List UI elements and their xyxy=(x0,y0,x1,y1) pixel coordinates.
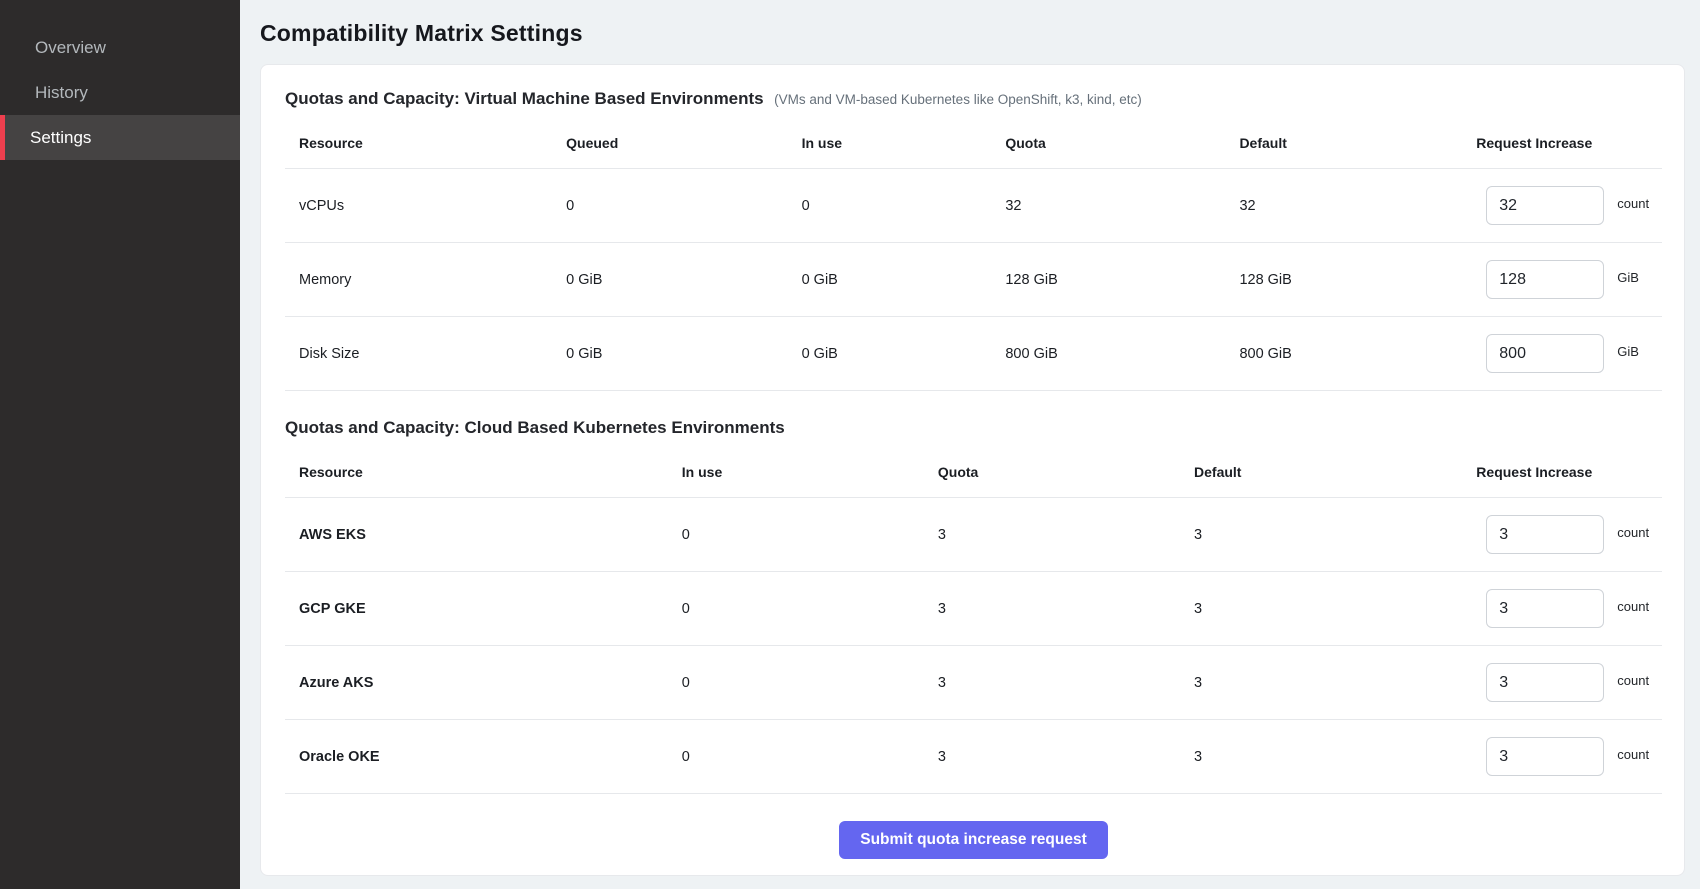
table-row-azure-aks: Azure AKS 0 3 3 count xyxy=(285,646,1662,720)
default-value: 128 GiB xyxy=(1225,243,1462,317)
request-increase-cell: GiB xyxy=(1476,334,1656,373)
in-use-value: 0 xyxy=(668,572,924,646)
oracle-oke-request-input[interactable] xyxy=(1486,737,1604,776)
settings-card: Quotas and Capacity: Virtual Machine Bas… xyxy=(260,64,1685,876)
cloud-section-heading: Quotas and Capacity: Cloud Based Kuberne… xyxy=(285,418,1662,438)
in-use-value: 0 xyxy=(788,169,992,243)
gcp-gke-request-input[interactable] xyxy=(1486,589,1604,628)
default-value: 3 xyxy=(1180,646,1462,720)
column-header-request-increase: Request Increase xyxy=(1462,446,1662,498)
column-header-default: Default xyxy=(1225,117,1462,169)
disk-size-request-input[interactable] xyxy=(1486,334,1604,373)
quota-value: 3 xyxy=(924,498,1180,572)
unit-label: count xyxy=(1617,747,1649,762)
vm-section-heading: Quotas and Capacity: Virtual Machine Bas… xyxy=(285,89,1662,109)
card-footer: Submit quota increase request xyxy=(285,821,1662,859)
column-header-queued: Queued xyxy=(552,117,787,169)
table-row-vcpus: vCPUs 0 0 32 32 count xyxy=(285,169,1662,243)
request-increase-cell: count xyxy=(1476,663,1656,702)
table-row-disk-size: Disk Size 0 GiB 0 GiB 800 GiB 800 GiB Gi… xyxy=(285,317,1662,391)
vm-section-subtitle: (VMs and VM-based Kubernetes like OpenSh… xyxy=(774,92,1142,107)
azure-aks-request-input[interactable] xyxy=(1486,663,1604,702)
main-content: Compatibility Matrix Settings Quotas and… xyxy=(240,0,1700,889)
resource-label: Memory xyxy=(285,243,552,317)
resource-label: Disk Size xyxy=(285,317,552,391)
column-header-in-use: In use xyxy=(788,117,992,169)
resource-label: vCPUs xyxy=(285,169,552,243)
vm-table-header-row: Resource Queued In use Quota Default Req… xyxy=(285,117,1662,169)
in-use-value: 0 xyxy=(668,498,924,572)
queued-value: 0 GiB xyxy=(552,243,787,317)
submit-quota-increase-button[interactable]: Submit quota increase request xyxy=(839,821,1108,859)
queued-value: 0 GiB xyxy=(552,317,787,391)
quota-value: 32 xyxy=(991,169,1225,243)
request-increase-cell: count xyxy=(1476,589,1656,628)
quota-value: 128 GiB xyxy=(991,243,1225,317)
queued-value: 0 xyxy=(552,169,787,243)
page-title: Compatibility Matrix Settings xyxy=(260,20,1685,47)
unit-label: count xyxy=(1617,673,1649,688)
vcpus-request-input[interactable] xyxy=(1486,186,1604,225)
in-use-value: 0 GiB xyxy=(788,317,992,391)
resource-label: Azure AKS xyxy=(285,646,668,720)
column-header-request-increase: Request Increase xyxy=(1462,117,1662,169)
column-header-resource: Resource xyxy=(285,446,668,498)
column-header-in-use: In use xyxy=(668,446,924,498)
sidebar-item-settings[interactable]: Settings xyxy=(0,115,240,160)
resource-label: AWS EKS xyxy=(285,498,668,572)
unit-label: GiB xyxy=(1617,344,1639,359)
default-value: 800 GiB xyxy=(1225,317,1462,391)
default-value: 3 xyxy=(1180,572,1462,646)
unit-label: count xyxy=(1617,525,1649,540)
table-row-memory: Memory 0 GiB 0 GiB 128 GiB 128 GiB GiB xyxy=(285,243,1662,317)
unit-label: count xyxy=(1617,599,1649,614)
default-value: 32 xyxy=(1225,169,1462,243)
quota-value: 3 xyxy=(924,572,1180,646)
unit-label: GiB xyxy=(1617,270,1639,285)
quota-value: 800 GiB xyxy=(991,317,1225,391)
request-increase-cell: count xyxy=(1476,186,1656,225)
default-value: 3 xyxy=(1180,498,1462,572)
in-use-value: 0 xyxy=(668,720,924,794)
vm-quota-table: Resource Queued In use Quota Default Req… xyxy=(285,117,1662,391)
column-header-default: Default xyxy=(1180,446,1462,498)
memory-request-input[interactable] xyxy=(1486,260,1604,299)
sidebar-item-history[interactable]: History xyxy=(0,70,240,115)
default-value: 3 xyxy=(1180,720,1462,794)
resource-label: Oracle OKE xyxy=(285,720,668,794)
sidebar: Overview History Settings xyxy=(0,0,240,889)
request-increase-cell: GiB xyxy=(1476,260,1656,299)
in-use-value: 0 xyxy=(668,646,924,720)
table-row-aws-eks: AWS EKS 0 3 3 count xyxy=(285,498,1662,572)
table-row-oracle-oke: Oracle OKE 0 3 3 count xyxy=(285,720,1662,794)
unit-label: count xyxy=(1617,196,1649,211)
in-use-value: 0 GiB xyxy=(788,243,992,317)
resource-label: GCP GKE xyxy=(285,572,668,646)
column-header-quota: Quota xyxy=(991,117,1225,169)
cloud-quota-table: Resource In use Quota Default Request In… xyxy=(285,446,1662,794)
app-window: Overview History Settings Compatibility … xyxy=(0,0,1700,889)
sidebar-item-overview[interactable]: Overview xyxy=(0,25,240,70)
vm-section-title: Quotas and Capacity: Virtual Machine Bas… xyxy=(285,89,764,108)
column-header-quota: Quota xyxy=(924,446,1180,498)
table-row-gcp-gke: GCP GKE 0 3 3 count xyxy=(285,572,1662,646)
cloud-section-title: Quotas and Capacity: Cloud Based Kuberne… xyxy=(285,418,785,437)
column-header-resource: Resource xyxy=(285,117,552,169)
request-increase-cell: count xyxy=(1476,737,1656,776)
request-increase-cell: count xyxy=(1476,515,1656,554)
quota-value: 3 xyxy=(924,646,1180,720)
quota-value: 3 xyxy=(924,720,1180,794)
aws-eks-request-input[interactable] xyxy=(1486,515,1604,554)
cloud-table-header-row: Resource In use Quota Default Request In… xyxy=(285,446,1662,498)
